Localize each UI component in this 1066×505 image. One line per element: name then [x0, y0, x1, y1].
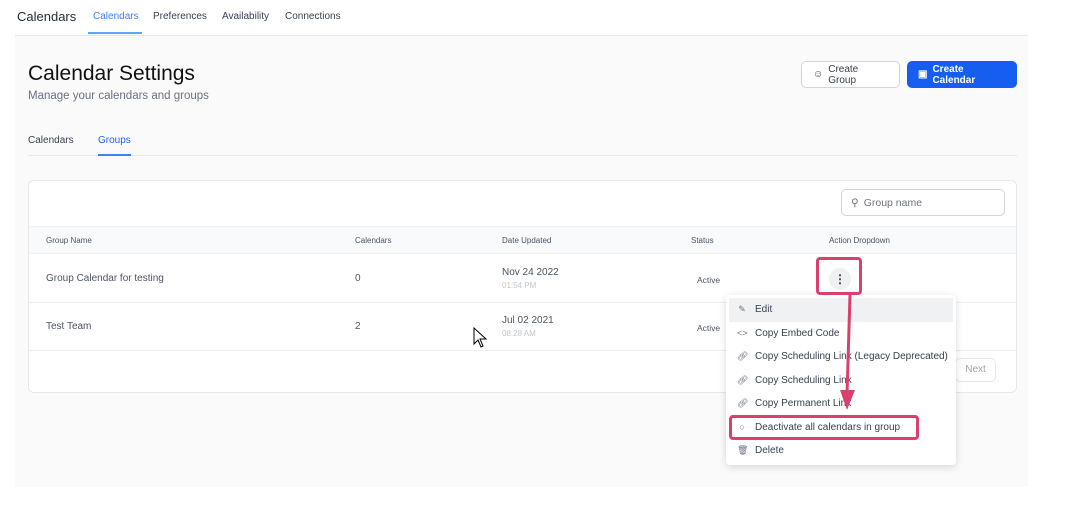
annotation-arrow [840, 294, 855, 410]
mouse-cursor-icon [473, 327, 488, 348]
